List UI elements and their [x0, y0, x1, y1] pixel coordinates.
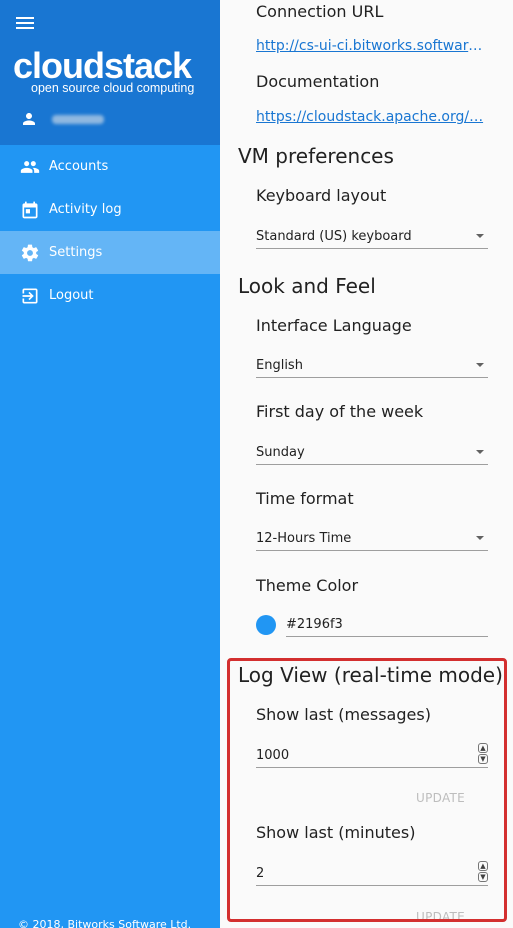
keyboard-layout-value: Standard (US) keyboard	[256, 229, 412, 244]
first-day-label: First day of the week	[256, 402, 424, 421]
number-spinner: ▲ ▼	[478, 743, 488, 765]
sidebar-item-logout[interactable]: Logout	[0, 274, 220, 317]
copyright-footer: © 2018, Bitworks Software Ltd.	[18, 918, 192, 928]
sidebar-item-label: Logout	[49, 288, 94, 303]
interface-language-value: English	[256, 358, 303, 373]
keyboard-layout-select[interactable]: Standard (US) keyboard	[256, 222, 488, 249]
theme-color-value: #2196f3	[286, 617, 343, 632]
time-format-label: Time format	[256, 489, 354, 508]
gear-icon	[20, 243, 40, 263]
show-last-minutes-value: 2	[256, 866, 265, 881]
theme-color-label: Theme Color	[256, 576, 359, 595]
documentation-label: Documentation	[256, 72, 380, 91]
sidebar-nav: Accounts Activity log Settings Logout	[0, 145, 220, 317]
theme-color-input[interactable]: #2196f3	[286, 612, 488, 637]
user-info[interactable]	[20, 110, 104, 128]
show-last-minutes-label: Show last (minutes)	[256, 823, 416, 842]
vm-preferences-heading: VM preferences	[238, 144, 394, 168]
sidebar-item-label: Accounts	[49, 159, 109, 174]
people-icon	[20, 157, 40, 177]
show-last-messages-input[interactable]: 1000 ▲ ▼	[256, 741, 488, 768]
show-last-messages-value: 1000	[256, 748, 290, 763]
sidebar-item-accounts[interactable]: Accounts	[0, 145, 220, 188]
time-format-select[interactable]: 12-Hours Time	[256, 524, 488, 551]
log-view-heading: Log View (real-time mode)	[238, 663, 503, 687]
sidebar: cloudstack open source cloud computing A…	[0, 0, 220, 928]
theme-color-swatch[interactable]	[256, 615, 276, 635]
dropdown-arrow-icon	[476, 450, 484, 454]
sidebar-item-label: Activity log	[49, 202, 122, 217]
update-messages-button[interactable]: UPDATE	[416, 791, 465, 805]
cloudstack-logo: cloudstack open source cloud computing	[13, 45, 195, 95]
first-day-value: Sunday	[256, 445, 305, 460]
interface-language-label: Interface Language	[256, 316, 412, 335]
time-format-value: 12-Hours Time	[256, 531, 352, 546]
interface-language-select[interactable]: English	[256, 351, 488, 378]
keyboard-layout-label: Keyboard layout	[256, 186, 387, 205]
settings-panel: Connection URL http://cs-ui-ci.bitworks.…	[220, 0, 513, 928]
first-day-select[interactable]: Sunday	[256, 438, 488, 465]
sidebar-item-label: Settings	[49, 245, 103, 260]
increment-icon[interactable]: ▲	[478, 861, 488, 871]
user-icon	[23, 113, 35, 125]
increment-icon[interactable]: ▲	[478, 743, 488, 753]
menu-icon[interactable]	[14, 14, 36, 36]
look-and-feel-heading: Look and Feel	[238, 274, 376, 298]
update-minutes-button[interactable]: UPDATE	[416, 910, 465, 924]
decrement-icon[interactable]: ▼	[478, 754, 488, 764]
connection-url-link[interactable]: http://cs-ui-ci.bitworks.software…	[256, 38, 488, 54]
number-spinner: ▲ ▼	[478, 861, 488, 883]
show-last-minutes-input[interactable]: 2 ▲ ▼	[256, 859, 488, 886]
dropdown-arrow-icon	[476, 363, 484, 367]
documentation-link[interactable]: https://cloudstack.apache.org/…	[256, 109, 488, 125]
logo-tagline: open source cloud computing	[31, 81, 195, 95]
sidebar-item-activity-log[interactable]: Activity log	[0, 188, 220, 231]
logo-text: cloudstack	[13, 45, 192, 86]
show-last-messages-label: Show last (messages)	[256, 705, 431, 724]
sidebar-header: cloudstack open source cloud computing	[0, 0, 220, 145]
sidebar-item-settings[interactable]: Settings	[0, 231, 220, 274]
connection-url-label: Connection URL	[256, 2, 384, 21]
calendar-icon	[20, 200, 40, 220]
dropdown-arrow-icon	[476, 536, 484, 540]
username-blurred	[52, 114, 104, 124]
dropdown-arrow-icon	[476, 234, 484, 238]
logout-icon	[20, 286, 40, 306]
decrement-icon[interactable]: ▼	[478, 872, 488, 882]
